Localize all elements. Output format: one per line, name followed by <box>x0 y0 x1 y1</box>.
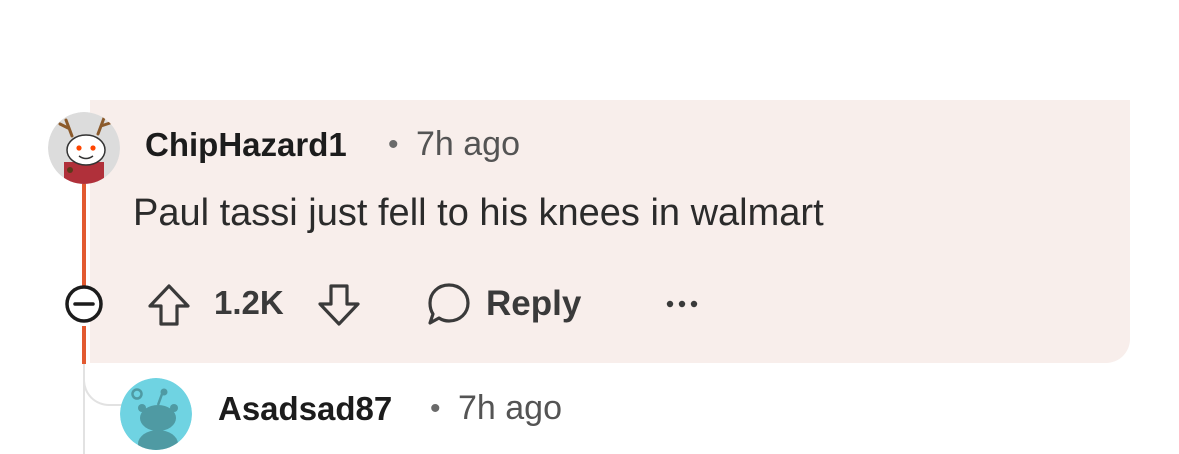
downvote-arrow-icon <box>318 284 360 326</box>
snoo-reindeer-avatar-icon <box>48 112 120 184</box>
reply-label: Reply <box>486 284 582 323</box>
reply-meta-separator: • <box>430 392 441 425</box>
comment-avatar[interactable] <box>48 112 120 184</box>
vote-count: 1.2K <box>214 284 284 321</box>
snoo-default-avatar-icon <box>120 378 192 450</box>
upvote-arrow-icon <box>148 284 190 326</box>
collapse-thread-button[interactable] <box>64 284 104 324</box>
more-options-button[interactable] <box>662 292 702 316</box>
thread-line-lower <box>82 326 86 364</box>
downvote-button[interactable] <box>316 282 362 328</box>
comment-timestamp: 7h ago <box>416 125 520 163</box>
reply-author[interactable]: Asadsad87 <box>218 390 392 428</box>
thread-line-upper <box>82 178 86 286</box>
comment-body: Paul tassi just fell to his knees in wal… <box>133 192 824 234</box>
meta-separator: • <box>388 128 399 161</box>
reply-button[interactable]: Reply <box>424 278 581 330</box>
reply-branch-connector <box>83 364 125 406</box>
reply-timestamp: 7h ago <box>458 389 562 427</box>
upvote-button[interactable] <box>146 282 192 328</box>
collapse-minus-icon <box>65 285 103 323</box>
comment-author[interactable]: ChipHazard1 <box>145 126 347 164</box>
reply-avatar[interactable] <box>120 378 192 450</box>
ellipsis-icon <box>666 300 698 308</box>
speech-bubble-icon <box>428 283 470 325</box>
